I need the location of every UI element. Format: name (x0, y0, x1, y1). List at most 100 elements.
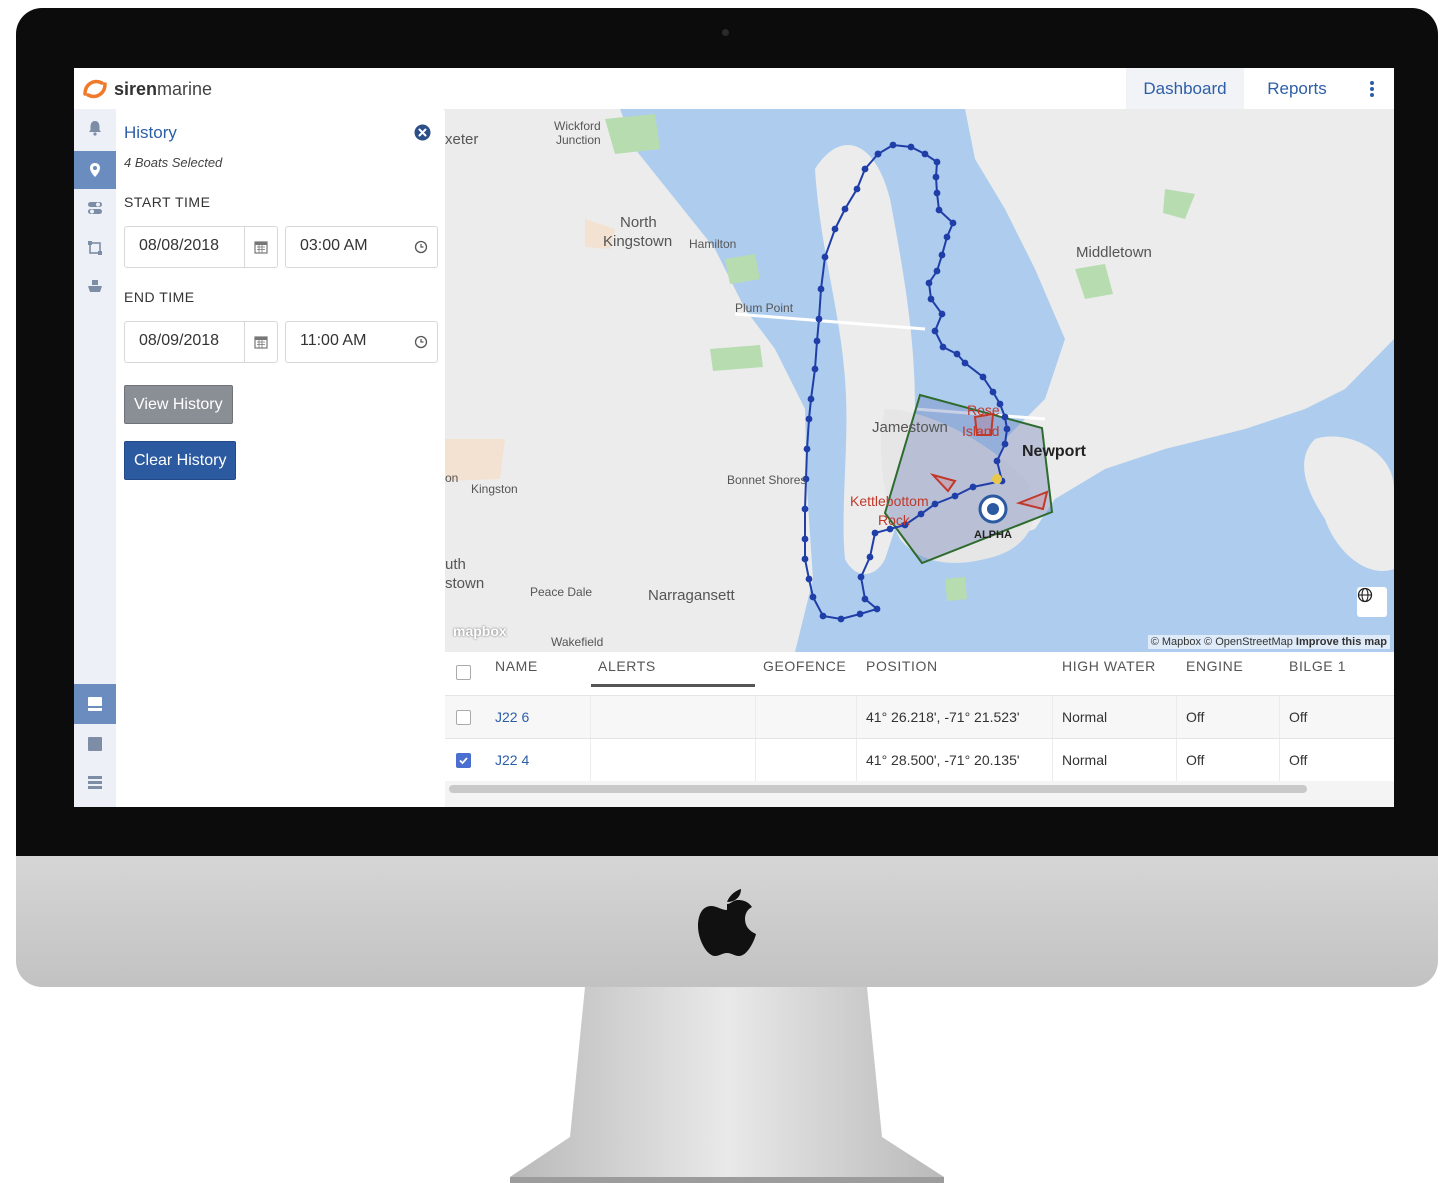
track-point[interactable] (856, 610, 864, 618)
track-point[interactable] (921, 150, 929, 158)
globe-button[interactable] (1357, 587, 1387, 617)
track-point[interactable] (874, 150, 882, 158)
col-engine[interactable]: ENGINE (1186, 658, 1243, 674)
boat-name-link[interactable]: J22 4 (495, 752, 529, 768)
track-point[interactable] (817, 285, 825, 293)
select-all-checkbox[interactable] (456, 665, 471, 680)
end-date-calendar[interactable] (244, 322, 277, 362)
table-row[interactable]: J22 4 41° 28.500', -71° 20.135' Normal O… (445, 738, 1394, 781)
start-time-clock[interactable] (405, 227, 437, 267)
track-point[interactable] (815, 315, 823, 323)
track-point[interactable] (821, 253, 829, 261)
track-point[interactable] (907, 143, 915, 151)
track-point[interactable] (801, 535, 809, 543)
camera-dot (722, 29, 729, 36)
col-alerts[interactable]: ALERTS (598, 658, 656, 674)
track-point[interactable] (961, 359, 969, 367)
row-checkbox[interactable] (456, 710, 471, 725)
app-logo[interactable]: sirenmarine (82, 76, 212, 102)
track-point[interactable] (819, 612, 827, 620)
track-point[interactable] (805, 575, 813, 583)
track-point[interactable] (939, 343, 947, 351)
boat-name-link[interactable]: J22 6 (495, 709, 529, 725)
rail-layout-list[interactable] (74, 764, 116, 802)
track-point[interactable] (951, 492, 959, 500)
rail-map[interactable] (74, 151, 116, 189)
track-point[interactable] (871, 529, 879, 537)
track-point[interactable] (935, 206, 943, 214)
track-point[interactable] (801, 555, 809, 563)
track-point[interactable] (803, 445, 811, 453)
track-point[interactable] (853, 185, 861, 193)
track-point[interactable] (861, 165, 869, 173)
start-time-field[interactable]: 03:00 AM (285, 226, 438, 268)
track-point[interactable] (925, 279, 933, 287)
track-point[interactable] (805, 415, 813, 423)
mapbox-logo[interactable]: mapbox (453, 623, 507, 639)
track-point[interactable] (933, 158, 941, 166)
track-point[interactable] (938, 310, 946, 318)
view-history-button[interactable]: View History (124, 385, 233, 424)
label-peace-dale: Peace Dale (530, 585, 593, 599)
track-point[interactable] (931, 327, 939, 335)
track-point[interactable] (917, 510, 925, 518)
track-point[interactable] (993, 457, 1001, 465)
track-point[interactable] (927, 295, 935, 303)
track-point[interactable] (813, 337, 821, 345)
rail-layout-panel[interactable] (74, 684, 116, 724)
track-point[interactable] (943, 233, 951, 241)
rail-switches[interactable] (74, 189, 116, 227)
row-checkbox-checked[interactable] (456, 753, 471, 768)
track-point[interactable] (1003, 425, 1011, 433)
end-time-clock[interactable] (405, 322, 437, 362)
track-point[interactable] (861, 595, 869, 603)
track-point[interactable] (933, 267, 941, 275)
more-vertical-icon[interactable] (1362, 80, 1382, 98)
close-icon[interactable] (414, 124, 431, 141)
end-time-field[interactable]: 11:00 AM (285, 321, 438, 363)
track-point[interactable] (837, 615, 845, 623)
start-date-calendar[interactable] (244, 227, 277, 267)
nav-reports[interactable]: Reports (1252, 68, 1342, 109)
track-point[interactable] (953, 350, 961, 358)
rail-boats[interactable] (74, 267, 116, 305)
track-point[interactable] (931, 500, 939, 508)
col-geofence[interactable]: GEOFENCE (763, 658, 846, 674)
track-point[interactable] (831, 225, 839, 233)
end-time-value: 11:00 AM (300, 332, 367, 349)
rail-alerts[interactable] (74, 109, 116, 147)
track-point[interactable] (866, 553, 874, 561)
nav-dashboard[interactable]: Dashboard (1126, 68, 1244, 109)
map-view[interactable]: Wickford Junction xeter North Kingstown … (445, 109, 1394, 652)
col-high-water[interactable]: HIGH WATER (1062, 658, 1156, 674)
track-point[interactable] (933, 189, 941, 197)
track-point[interactable] (938, 251, 946, 259)
track-point[interactable] (857, 573, 865, 581)
track-point[interactable] (809, 593, 817, 601)
rail-geofence[interactable] (74, 229, 116, 267)
track-point[interactable] (811, 365, 819, 373)
track-point[interactable] (873, 605, 881, 613)
track-point[interactable] (949, 219, 957, 227)
track-point[interactable] (807, 395, 815, 403)
track-point[interactable] (889, 141, 897, 149)
col-position[interactable]: POSITION (866, 658, 938, 674)
track-point[interactable] (1001, 440, 1009, 448)
track-point[interactable] (1001, 413, 1009, 421)
col-name[interactable]: NAME (495, 658, 538, 674)
track-point[interactable] (989, 388, 997, 396)
end-date-field[interactable]: 08/09/2018 (124, 321, 278, 363)
clear-history-button[interactable]: Clear History (124, 441, 237, 480)
track-point[interactable] (979, 373, 987, 381)
track-point[interactable] (801, 505, 809, 513)
horizontal-scrollbar[interactable] (445, 781, 1394, 807)
table-row[interactable]: J22 6 41° 26.218', -71° 21.523' Normal O… (445, 695, 1394, 738)
improve-map-link[interactable]: Improve this map (1296, 636, 1387, 648)
track-point[interactable] (969, 483, 977, 491)
rail-layout-square[interactable] (74, 725, 116, 763)
track-point[interactable] (932, 173, 940, 181)
start-date-field[interactable]: 08/08/2018 (124, 226, 278, 268)
scrollbar-thumb[interactable] (449, 785, 1307, 793)
track-point[interactable] (841, 205, 849, 213)
col-bilge[interactable]: BILGE 1 (1289, 658, 1346, 674)
